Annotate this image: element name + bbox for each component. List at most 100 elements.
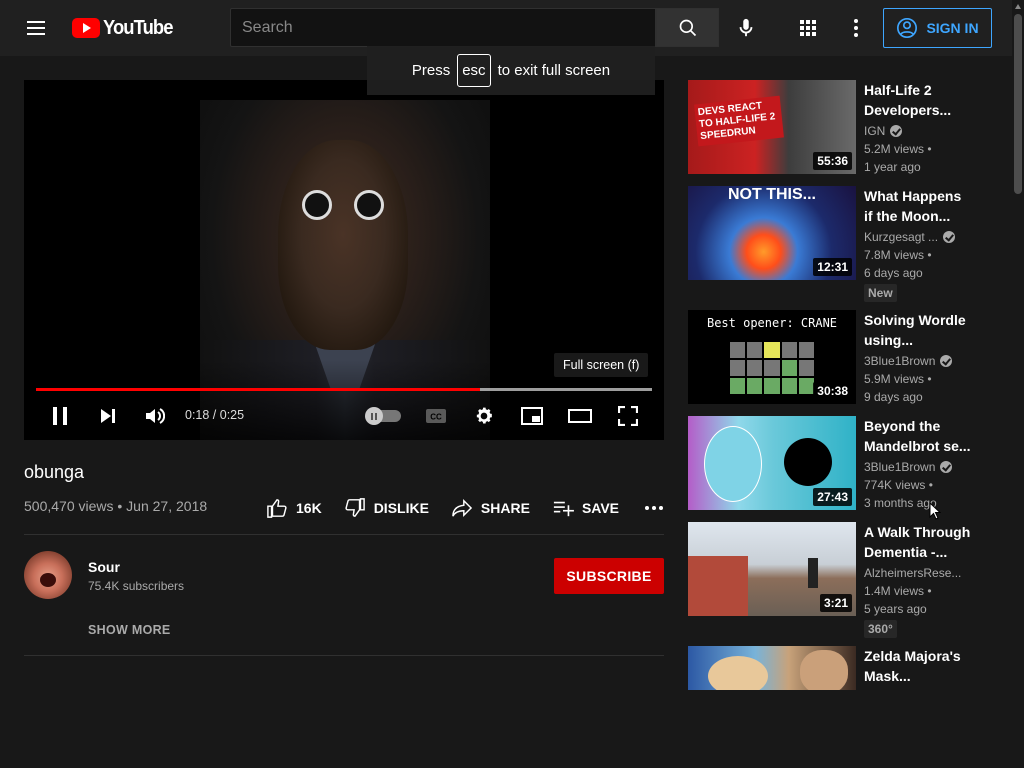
recommendation-views: 774K views •	[864, 478, 933, 492]
fullscreen-icon	[618, 406, 638, 426]
captions-button[interactable]: CC	[418, 396, 454, 436]
add-to-playlist-icon	[553, 501, 574, 517]
theater-mode-icon	[568, 409, 592, 423]
apps-button[interactable]	[790, 10, 826, 46]
voice-search-button[interactable]	[728, 10, 764, 46]
thumbnail-caption: NOT THIS...	[728, 186, 816, 203]
recommendation-channel: IGN	[864, 124, 903, 138]
share-icon	[452, 498, 473, 518]
recommendation-item[interactable]: DEVS REACT TO HALF-LIFE 2 SPEEDRUN 55:36…	[688, 80, 988, 180]
video-player[interactable]: Full screen (f) 0:18 / 0:25 CC	[24, 80, 664, 440]
settings-button[interactable]	[466, 396, 502, 436]
scrollbar-thumb[interactable]	[1014, 14, 1022, 194]
video-duration: 55:36	[813, 152, 852, 170]
video-thumbnail[interactable]: Best opener: CRANE 30:38	[688, 310, 856, 404]
miniplayer-button[interactable]	[514, 396, 550, 436]
more-actions-button[interactable]	[645, 506, 671, 510]
apps-grid-icon	[800, 20, 816, 36]
video-frame-eye-left	[302, 190, 332, 220]
logo-text: YouTube	[103, 16, 173, 39]
recommendation-views: 5.2M views •	[864, 142, 932, 156]
theater-mode-button[interactable]	[562, 396, 598, 436]
video-thumbnail[interactable]	[688, 646, 856, 690]
volume-icon	[146, 408, 165, 424]
title-line-1: Half-Life 2	[864, 82, 932, 98]
recommendation-age: 9 days ago	[864, 390, 923, 404]
show-more-button[interactable]: SHOW MORE	[88, 623, 171, 637]
sign-in-button[interactable]: SIGN IN	[883, 8, 992, 48]
verified-icon	[890, 125, 903, 137]
channel-name[interactable]: Sour	[88, 559, 120, 575]
toast-press-text: Press	[411, 62, 451, 79]
search-button[interactable]	[656, 8, 719, 47]
scroll-up-arrow-icon[interactable]	[1015, 4, 1021, 9]
share-label: SHARE	[480, 500, 530, 516]
search-icon	[679, 19, 696, 36]
pause-button[interactable]	[42, 396, 78, 436]
fullscreen-button[interactable]	[610, 396, 646, 436]
video-duration: 12:31	[813, 258, 852, 276]
svg-text:CC: CC	[430, 413, 442, 422]
recommendation-title: Beyond the Mandelbrot se...	[864, 416, 980, 456]
recommendation-item[interactable]: Zelda Majora's Mask...	[688, 646, 988, 690]
thumbnail-building	[688, 556, 748, 616]
recommendation-item[interactable]: Best opener: CRANE 30:38 Solving Wordle …	[688, 310, 988, 410]
channel-text: Kurzgesagt ...	[864, 230, 939, 244]
recommendation-channel: 3Blue1Brown	[864, 460, 953, 474]
recommendation-views: 7.8M views •	[864, 248, 932, 262]
page-scrollbar[interactable]	[1012, 0, 1024, 768]
thumbnail-caption: Best opener: CRANE	[706, 316, 838, 330]
title-line-1: Zelda Majora's	[864, 648, 961, 664]
skip-next-icon	[101, 409, 115, 423]
thumbnail-shape-left	[704, 426, 762, 502]
share-button[interactable]: SHARE	[451, 498, 530, 518]
recommendation-channel: 3Blue1Brown	[864, 354, 953, 368]
pause-icon	[53, 407, 67, 425]
video-thumbnail[interactable]: NOT THIS... 12:31	[688, 186, 856, 280]
time-display: 0:18 / 0:25	[185, 408, 245, 422]
subscribe-button[interactable]: SUBSCRIBE	[554, 558, 664, 594]
thumbnail-face-right	[800, 650, 848, 690]
title-line-2: Mask...	[864, 668, 911, 684]
like-button[interactable]: 16K	[266, 498, 322, 518]
save-button[interactable]: SAVE	[552, 498, 619, 518]
mouse-cursor-icon	[929, 502, 941, 520]
more-vertical-icon	[854, 19, 858, 37]
search-box	[230, 8, 656, 47]
dislike-button[interactable]: DISLIKE	[344, 498, 429, 518]
next-button[interactable]	[90, 396, 126, 436]
video-thumbnail[interactable]: 3:21	[688, 522, 856, 616]
recommendation-age: 3 months ago	[864, 496, 937, 510]
recommendation-item[interactable]: 3:21 A Walk Through Dementia -... Alzhei…	[688, 522, 988, 640]
recommendation-item[interactable]: 27:43 Beyond the Mandelbrot se... 3Blue1…	[688, 416, 988, 516]
recommendation-item[interactable]: NOT THIS... 12:31 What Happens if the Mo…	[688, 186, 988, 304]
autoplay-toggle[interactable]	[365, 407, 401, 425]
settings-more-button[interactable]	[838, 10, 874, 46]
title-line-1: Solving Wordle	[864, 312, 966, 328]
title-line-2: if the Moon...	[864, 208, 951, 224]
avatar-mouth	[40, 573, 56, 587]
channel-avatar[interactable]	[24, 551, 72, 599]
title-line-1: Beyond the	[864, 418, 941, 434]
view-count-date: 500,470 views • Jun 27, 2018	[24, 498, 208, 514]
thumbnail-caption: DEVS REACT TO HALF-LIFE 2 SPEEDRUN	[694, 95, 784, 147]
video-thumbnail[interactable]: DEVS REACT TO HALF-LIFE 2 SPEEDRUN 55:36	[688, 80, 856, 174]
progress-bar[interactable]	[36, 388, 652, 391]
thumbnail-fractal	[784, 438, 832, 486]
esc-key-label: esc	[457, 54, 491, 87]
search-input[interactable]	[231, 9, 655, 46]
recommendation-title: Zelda Majora's Mask...	[864, 646, 980, 686]
video-thumbnail[interactable]: 27:43	[688, 416, 856, 510]
video-frame-eye-right	[354, 190, 384, 220]
fullscreen-exit-toast: Press esc to exit full screen	[367, 46, 655, 95]
like-count: 16K	[296, 500, 322, 516]
menu-icon[interactable]	[24, 16, 48, 40]
mute-button[interactable]	[137, 396, 173, 436]
thumbnail-face-left	[708, 656, 768, 690]
save-label: SAVE	[581, 500, 620, 516]
channel-text: 3Blue1Brown	[864, 460, 936, 474]
recommendation-title: Half-Life 2 Developers...	[864, 80, 980, 120]
thumbnail-figure	[808, 558, 818, 588]
youtube-logo[interactable]: YouTube	[72, 16, 179, 40]
title-line-1: What Happens	[864, 188, 962, 204]
